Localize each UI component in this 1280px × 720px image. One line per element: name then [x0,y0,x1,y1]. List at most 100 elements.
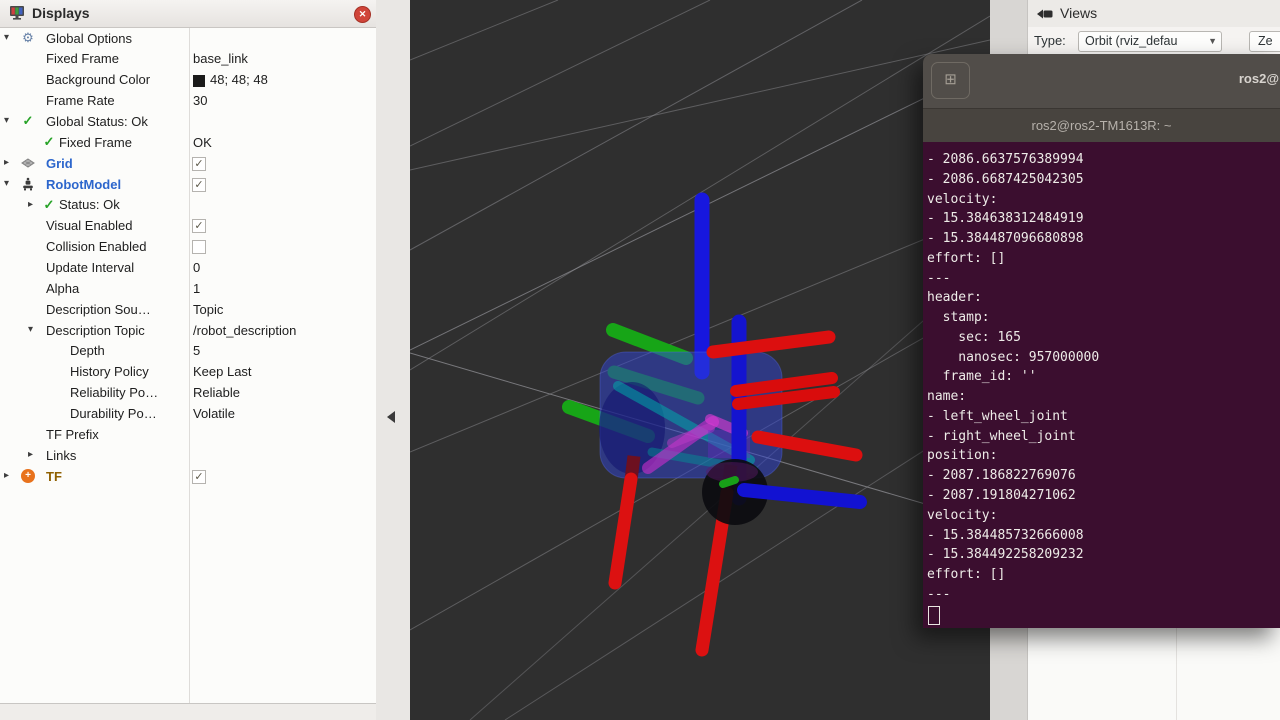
terminal-output[interactable]: - 2086.6637576389994- 2086.6687425042305… [923,142,1280,628]
expanded-arrow-icon[interactable]: ▾ [4,32,9,43]
check-icon: ✓ [42,198,56,212]
robot-model [569,200,860,650]
3d-viewport-canvas[interactable] [410,0,990,720]
display-row[interactable]: ▾ Description Topic/robot_description [0,320,376,341]
color-swatch [193,75,205,87]
property-label: Frame Rate [46,93,115,108]
expanded-arrow-icon[interactable]: ▾ [4,178,9,189]
display-row[interactable]: ✓Fixed FrameOK [0,132,376,153]
views-panel-header[interactable]: Views [1028,0,1280,28]
display-row[interactable]: ▸ Links [0,445,376,466]
displays-panel-header[interactable]: Displays ✕ [0,0,376,28]
property-label: Status: Ok [59,197,120,212]
property-value[interactable]: Volatile [193,406,235,421]
display-row[interactable]: ▸ ✓Status: Ok [0,195,376,216]
property-value[interactable]: /robot_description [193,323,296,338]
terminal-line: stamp: [927,308,1280,328]
collapsed-arrow-icon[interactable]: ▸ [4,470,9,481]
terminal-line: - 15.384638312484919 [927,209,1280,229]
terminal-line: - right_wheel_joint [927,427,1280,447]
terminal-line: name: [927,387,1280,407]
display-row[interactable]: ▸ Grid ✓ [0,153,376,174]
checkbox-unchecked[interactable] [192,240,206,254]
display-row[interactable]: Reliability Po…Reliable [0,383,376,404]
property-value[interactable]: 0 [193,260,200,275]
property-value[interactable]: 1 [193,281,200,296]
property-value[interactable]: 48; 48; 48 [210,72,268,87]
terminal-line: velocity: [927,506,1280,526]
terminal-cursor [928,606,940,625]
display-row[interactable]: History Policy Keep Last [0,362,376,383]
terminal-line: - 2087.186822769076 [927,466,1280,486]
property-label: Global Options [46,31,132,46]
terminal-line: sec: 165 [927,328,1280,348]
checkbox-checked[interactable]: ✓ [192,157,206,171]
displays-panel: Displays ✕ ▾⚙Global OptionsFixed Frameba… [0,0,376,720]
display-row[interactable]: Frame Rate 30 [0,91,376,112]
display-row[interactable]: Collision Enabled [0,237,376,258]
display-row[interactable]: Background Color48; 48; 48 [0,70,376,91]
type-label: Type: [1034,33,1066,48]
property-value[interactable]: base_link [193,51,248,66]
display-row[interactable]: Depth 5 [0,341,376,362]
property-label: Depth [70,343,105,358]
views-panel-icon [1036,7,1054,25]
3d-viewport[interactable] [410,0,990,720]
new-tab-button[interactable]: ⊞ [931,62,970,99]
checkbox-checked[interactable]: ✓ [192,219,206,233]
display-row[interactable]: Fixed Framebase_link [0,49,376,70]
display-row[interactable]: Update Interval0 [0,257,376,278]
robot-icon [21,177,35,191]
panel-splitter[interactable] [376,0,410,720]
gear-icon: ⚙ [21,31,35,45]
property-label: Links [46,448,76,463]
property-value[interactable]: 30 [193,93,207,108]
display-row[interactable]: ▸+TF✓ [0,466,376,487]
close-icon[interactable]: ✕ [354,6,371,23]
property-label: Global Status: Ok [46,114,148,129]
collapsed-arrow-icon[interactable]: ▸ [28,199,33,210]
terminal-titlebar[interactable]: ⊞ ros2@ [923,54,1280,108]
collapse-panel-icon[interactable] [387,411,395,423]
display-row[interactable]: Description Sou…Topic [0,299,376,320]
expanded-arrow-icon[interactable]: ▾ [4,115,9,126]
display-row[interactable]: Alpha 1 [0,278,376,299]
displays-rows: ▾⚙Global OptionsFixed Framebase_linkBack… [0,28,376,487]
terminal-line: position: [927,446,1280,466]
tf-icon: + [21,469,35,483]
terminal-tabbar[interactable]: ros2@ros2-TM1613R: ~ [923,108,1280,143]
checkbox-checked[interactable]: ✓ [192,470,206,484]
display-row[interactable]: ▾✓Global Status: Ok [0,111,376,132]
terminal-line: effort: [] [927,565,1280,585]
terminal-line: --- [927,585,1280,605]
display-row[interactable]: ▾ ⚙ Global Options [0,28,376,49]
expanded-arrow-icon[interactable]: ▾ [28,324,33,335]
terminal-tab-title[interactable]: ros2@ros2-TM1613R: ~ [1032,118,1172,133]
property-label: History Policy [70,364,149,379]
column-separator[interactable] [189,28,190,703]
property-value[interactable]: Reliable [193,385,240,400]
property-label: Description Topic [46,323,145,338]
panel-title: Views [1060,5,1097,21]
display-row[interactable]: ▾RobotModel✓ [0,174,376,195]
property-label: Collision Enabled [46,239,146,254]
property-label: Grid [46,156,73,171]
display-row[interactable]: Visual Enabled✓ [0,216,376,237]
chevron-down-icon: ▼ [1208,32,1217,51]
property-value[interactable]: OK [193,135,212,150]
property-label: Alpha [46,281,79,296]
checkbox-checked[interactable]: ✓ [192,178,206,192]
display-row[interactable]: Durability Po…Volatile [0,403,376,424]
collapsed-arrow-icon[interactable]: ▸ [4,157,9,168]
terminal-line: - 2086.6637576389994 [927,150,1280,170]
property-value[interactable]: 5 [193,343,200,358]
property-label: Fixed Frame [59,135,132,150]
property-value[interactable]: Keep Last [193,364,252,379]
display-row[interactable]: TF Prefix [0,424,376,445]
property-value[interactable]: Topic [193,302,223,317]
terminal-window[interactable]: ⊞ ros2@ ros2@ros2-TM1613R: ~ - 2086.6637… [923,54,1280,628]
zero-button[interactable]: Ze [1249,31,1280,52]
view-type-dropdown[interactable]: Orbit (rviz_defau ▼ [1078,31,1222,52]
collapsed-arrow-icon[interactable]: ▸ [28,449,33,460]
terminal-line: frame_id: '' [927,367,1280,387]
